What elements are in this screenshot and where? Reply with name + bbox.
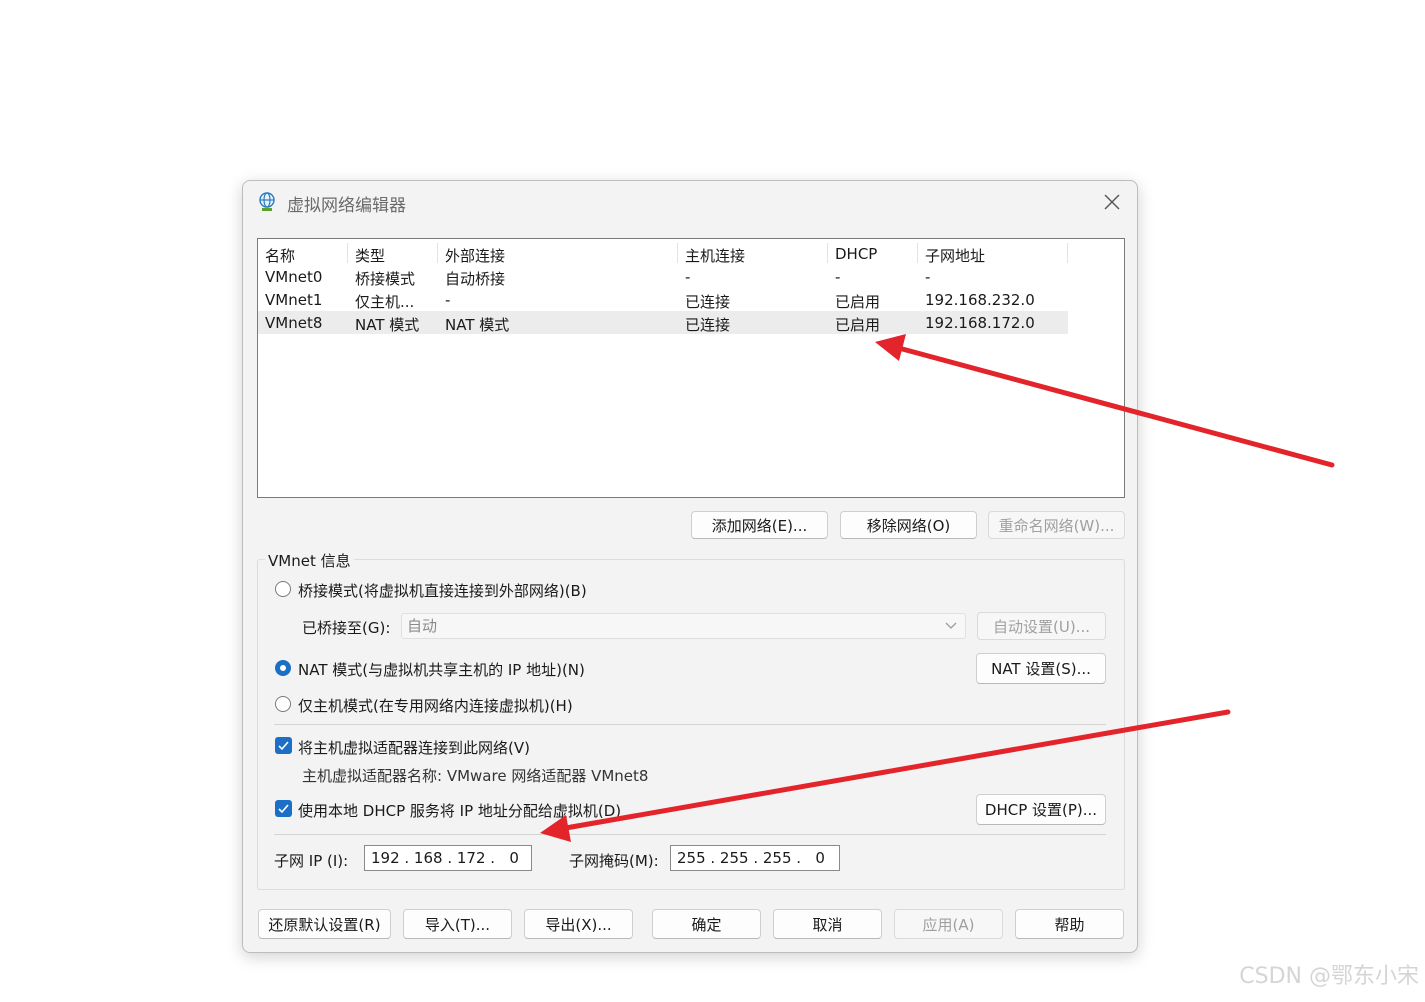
apply-button[interactable]: 应用(A) [894,909,1003,939]
virtual-network-editor-dialog: 虚拟网络编辑器 名称 类型 外部连接 主机连接 DHCP 子网地址 VMnet0… [242,180,1138,953]
table-row[interactable]: VMnet1 仅主机... - 已连接 已启用 192.168.232.0 [258,288,1068,311]
title-bar: 虚拟网络编辑器 [243,181,1137,223]
table-cell: NAT 模式 [355,316,420,334]
table-cell: 仅主机... [355,293,415,311]
dhcp-settings-button[interactable]: DHCP 设置(P)... [976,794,1106,825]
dhcp-label[interactable]: 使用本地 DHCP 服务将 IP 地址分配给虚拟机(D) [298,800,621,821]
export-button[interactable]: 导出(X)... [524,909,633,939]
table-cell: NAT 模式 [445,316,510,334]
table-cell: 192.168.232.0 [925,291,1035,309]
window-title: 虚拟网络编辑器 [287,196,406,216]
ok-button[interactable]: 确定 [652,909,761,939]
table-cell: 已启用 [835,316,881,334]
remove-network-button[interactable]: 移除网络(O) [840,511,977,539]
subnet-ip-input[interactable]: 192 . 168 . 172 . 0 [364,845,532,871]
table-cell: 已启用 [835,293,881,311]
restore-defaults-button[interactable]: 还原默认设置(R) [258,909,391,939]
table-cell: 192.168.172.0 [925,314,1035,332]
column-header[interactable]: 名称 [265,245,295,266]
column-header[interactable]: 子网地址 [925,245,985,266]
table-cell: VMnet1 [265,291,323,309]
close-icon[interactable] [1101,191,1123,213]
bridged-to-label: 已桥接至(G): [302,619,391,637]
table-cell: - [685,268,691,286]
column-header[interactable]: DHCP [835,245,877,263]
auto-settings-button[interactable]: 自动设置(U)... [977,612,1106,640]
add-network-button[interactable]: 添加网络(E)... [691,511,828,539]
table-cell: - [835,268,841,286]
divider [274,724,1106,725]
nat-mode-radio[interactable] [275,660,291,676]
cancel-button[interactable]: 取消 [773,909,882,939]
host-only-mode-label[interactable]: 仅主机模式(在专用网络内连接虚拟机)(H) [298,695,573,716]
chevron-down-icon [945,622,957,629]
table-cell: 自动桥接 [445,270,506,288]
nat-settings-button[interactable]: NAT 设置(S)... [976,653,1106,684]
host-only-mode-radio[interactable] [275,696,291,712]
table-cell: VMnet0 [265,268,323,286]
table-cell: 已连接 [685,316,731,334]
subnet-ip-label: 子网 IP (I): [274,852,349,870]
bridged-mode-label[interactable]: 桥接模式(将虚拟机直接连接到外部网络)(B) [298,580,587,601]
table-row[interactable]: VMnet0 桥接模式 自动桥接 - - - [258,265,1068,288]
watermark: CSDN @鄂东小宋 [1239,964,1419,989]
subnet-mask-input[interactable]: 255 . 255 . 255 . 0 [670,845,840,871]
rename-network-button[interactable]: 重命名网络(W)... [988,511,1125,539]
bridged-to-value: 自动 [407,617,438,635]
table-row-selected[interactable]: VMnet8 NAT 模式 NAT 模式 已连接 已启用 192.168.172… [258,311,1068,334]
bridged-mode-radio[interactable] [275,581,291,597]
table-cell: - [925,268,931,286]
vmnet-info-title: VMnet 信息 [265,550,354,571]
subnet-mask-label: 子网掩码(M): [569,852,659,870]
table-cell: 已连接 [685,293,731,311]
column-header[interactable]: 类型 [355,245,385,266]
column-header[interactable]: 外部连接 [445,245,505,266]
import-button[interactable]: 导入(T)... [403,909,512,939]
bridged-to-select[interactable]: 自动 [401,613,966,639]
column-header[interactable]: 主机连接 [685,245,745,266]
table-header: 名称 类型 外部连接 主机连接 DHCP 子网地址 [258,241,1068,266]
table-cell: 桥接模式 [355,270,416,288]
nat-mode-label[interactable]: NAT 模式(与虚拟机共享主机的 IP 地址)(N) [298,659,585,680]
network-table[interactable]: 名称 类型 外部连接 主机连接 DHCP 子网地址 VMnet0 桥接模式 自动… [257,238,1125,498]
table-cell: VMnet8 [265,314,323,332]
connect-adapter-label[interactable]: 将主机虚拟适配器连接到此网络(V) [298,737,530,758]
check-icon [278,804,289,814]
help-button[interactable]: 帮助 [1015,909,1124,939]
table-cell: - [445,291,451,309]
adapter-name-text: 主机虚拟适配器名称: VMware 网络适配器 VMnet8 [302,767,649,785]
globe-network-icon [259,192,275,211]
dhcp-checkbox[interactable] [275,800,292,817]
connect-adapter-checkbox[interactable] [275,737,292,754]
check-icon [278,741,289,751]
divider [274,834,1106,835]
